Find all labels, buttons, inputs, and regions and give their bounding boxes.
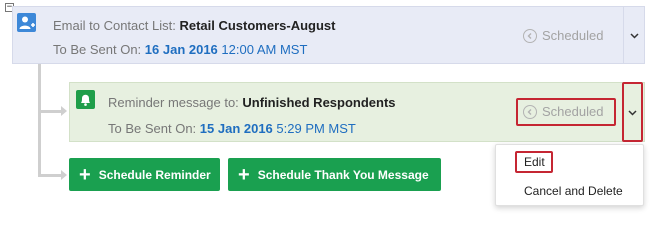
schedule-reminder-label: Schedule Reminder (98, 167, 211, 182)
contact-list-name: Retail Customers-August (179, 18, 336, 33)
bell-icon (76, 90, 95, 109)
schedule-thank-you-label: Schedule Thank You Message (257, 167, 429, 182)
reminder-title-prefix: Reminder message to: (108, 95, 243, 110)
send-on-label: To Be Sent On: (53, 42, 145, 57)
reminder-options-button[interactable] (622, 82, 643, 142)
reminder-send-info: To Be Sent On: 15 Jan 2016 5:29 PM MST (108, 121, 356, 136)
plus-icon: + (238, 163, 250, 186)
reminder-title: Reminder message to: Unfinished Responde… (108, 95, 396, 110)
plus-icon: + (79, 163, 91, 186)
add-contact-icon (17, 13, 36, 32)
send-date: 15 Jan 2016 (199, 121, 273, 136)
reminder-target: Unfinished Respondents (242, 95, 396, 110)
menu-item-cancel-delete[interactable]: Cancel and Delete (524, 184, 623, 198)
status-highlight (516, 98, 616, 126)
email-distribution-card: Email to Contact List: Retail Customers-… (12, 6, 645, 64)
clock-icon (523, 28, 537, 43)
schedule-thank-you-button[interactable]: + Schedule Thank You Message (228, 158, 441, 191)
chevron-down-icon (630, 26, 639, 44)
send-time: 5:29 PM MST (272, 121, 356, 136)
status-badge: Scheduled (523, 28, 603, 43)
email-title: Email to Contact List: Retail Customers-… (53, 18, 335, 33)
connector-arrow (61, 106, 67, 116)
connector-arrow (61, 170, 67, 180)
schedule-reminder-button[interactable]: + Schedule Reminder (69, 158, 220, 191)
menu-item-edit[interactable]: Edit (524, 155, 545, 169)
options-dropdown-menu: Edit Cancel and Delete (495, 144, 644, 206)
tree-connector (38, 110, 62, 113)
send-time: 12:00 AM MST (217, 42, 308, 57)
send-on-label: To Be Sent On: (108, 121, 200, 136)
email-send-info: To Be Sent On: 16 Jan 2016 12:00 AM MST (53, 42, 307, 57)
email-title-prefix: Email to Contact List: (53, 18, 180, 33)
email-options-button[interactable] (623, 7, 645, 63)
status-label: Scheduled (542, 28, 604, 43)
send-date: 16 Jan 2016 (144, 42, 218, 57)
tree-connector (38, 64, 41, 176)
tree-connector (38, 174, 62, 177)
chevron-down-icon (628, 103, 637, 121)
